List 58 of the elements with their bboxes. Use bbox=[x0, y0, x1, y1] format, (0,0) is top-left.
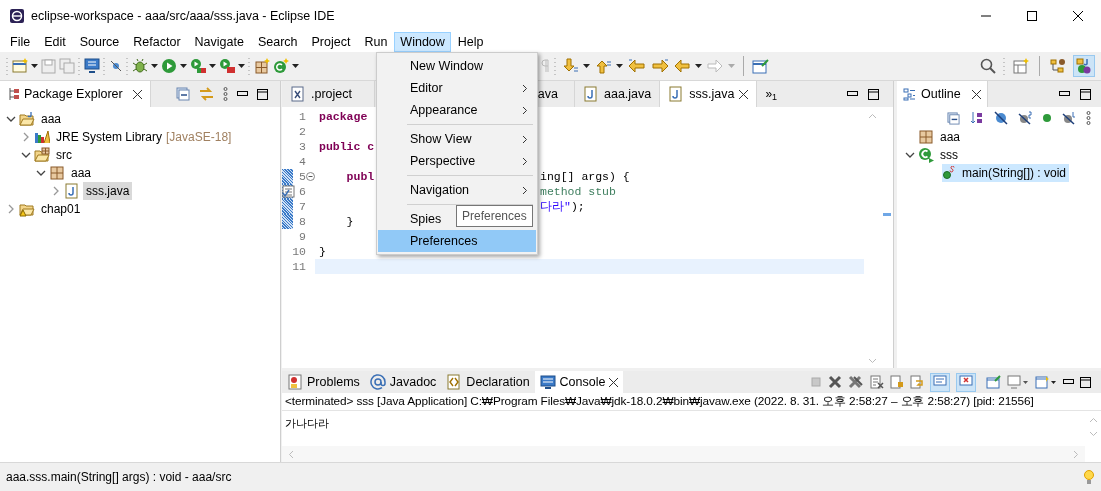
line-number: 2 bbox=[299, 125, 306, 138]
menu-item[interactable]: Help bbox=[450, 32, 491, 52]
menu-item[interactable]: Source bbox=[72, 32, 127, 52]
tree-item[interactable]: aaa bbox=[38, 110, 65, 128]
code-text: public c bbox=[319, 138, 375, 155]
console-output: 가나다라 bbox=[285, 417, 329, 429]
view-tab[interactable]: Problems bbox=[282, 371, 365, 393]
menu-item[interactable]: Refactor bbox=[126, 32, 188, 52]
menu-entry[interactable]: Show View bbox=[378, 128, 536, 150]
view-tab[interactable]: Outline bbox=[897, 81, 988, 107]
view-tab[interactable]: Console bbox=[534, 371, 624, 393]
view-tab[interactable]: Javadoc bbox=[364, 371, 442, 393]
menu-entry[interactable]: New Window bbox=[378, 55, 536, 77]
menu-item[interactable]: Search bbox=[250, 32, 305, 52]
menu-entry[interactable]: Appearance bbox=[378, 99, 536, 121]
menu-item[interactable]: Project bbox=[304, 32, 358, 52]
line-number: 9 bbox=[299, 230, 306, 243]
window-title: eclipse-workspace - aaa/src/aaa/sss.java - Eclipse IDE bbox=[31, 7, 335, 25]
menu-item[interactable]: File bbox=[3, 32, 38, 52]
menu-item[interactable]: Run bbox=[357, 32, 395, 52]
tooltip: Preferences bbox=[456, 205, 533, 227]
code-text: } bbox=[319, 243, 326, 260]
code-text: package bbox=[319, 108, 368, 125]
line-number: 1 bbox=[299, 110, 306, 123]
line-number: 11 bbox=[292, 260, 306, 273]
code-text: } bbox=[345, 213, 354, 230]
line-number: 4 bbox=[299, 155, 306, 168]
tree-item[interactable]: sss bbox=[918, 146, 961, 164]
code-text: method stub bbox=[540, 183, 616, 200]
code-text: ing[] args) { bbox=[540, 168, 630, 185]
tree-item[interactable]: chap01 bbox=[38, 200, 84, 218]
code-text: 다라"); bbox=[540, 198, 585, 215]
line-number: 5 bbox=[299, 170, 306, 183]
line-number: 3 bbox=[299, 140, 306, 153]
menu-item[interactable]: Window bbox=[394, 32, 451, 52]
tab-overflow-indicator[interactable]: »$_{1}$ bbox=[765, 88, 778, 100]
status-text: aaa.sss.main(String[] args) : void - aaa/src bbox=[6, 469, 232, 486]
view-tab[interactable]: Declaration bbox=[441, 371, 535, 393]
menu-entry[interactable]: Preferences bbox=[378, 230, 536, 252]
menu-item[interactable]: Navigate bbox=[187, 32, 251, 52]
tree-item[interactable]: aaa bbox=[918, 128, 964, 146]
menu-item[interactable]: Edit bbox=[37, 32, 73, 52]
editor-tab[interactable]: sss.java bbox=[660, 81, 758, 107]
tree-item[interactable]: main(String[]) : void bbox=[942, 164, 1070, 182]
tree-item[interactable]: JRE System Library [JavaSE-18] bbox=[53, 128, 235, 146]
view-tab[interactable]: Package Explorer bbox=[0, 81, 151, 107]
tree-item[interactable]: src bbox=[53, 146, 75, 164]
tree-item[interactable]: sss.java bbox=[83, 182, 133, 200]
line-number: 6 bbox=[299, 185, 306, 198]
line-number: 8 bbox=[299, 215, 306, 228]
menu-entry[interactable]: Editor bbox=[378, 77, 536, 99]
tree-item[interactable]: aaa bbox=[68, 164, 95, 182]
code-text: publ bbox=[345, 168, 375, 185]
console-header: <terminated> sss [Java Application] C:₩Program Files₩Java₩jdk-18.0.2₩bin₩javaw.exe (2022. 8. 31. 오후 2:58:27 – 오후 2:58:27) [pid: 21556] bbox=[282, 393, 1101, 411]
menu-entry[interactable]: Perspective bbox=[378, 150, 536, 172]
line-number: 10 bbox=[292, 245, 306, 258]
menu-entry[interactable]: Navigation bbox=[378, 179, 536, 201]
line-number: 7 bbox=[299, 200, 306, 213]
